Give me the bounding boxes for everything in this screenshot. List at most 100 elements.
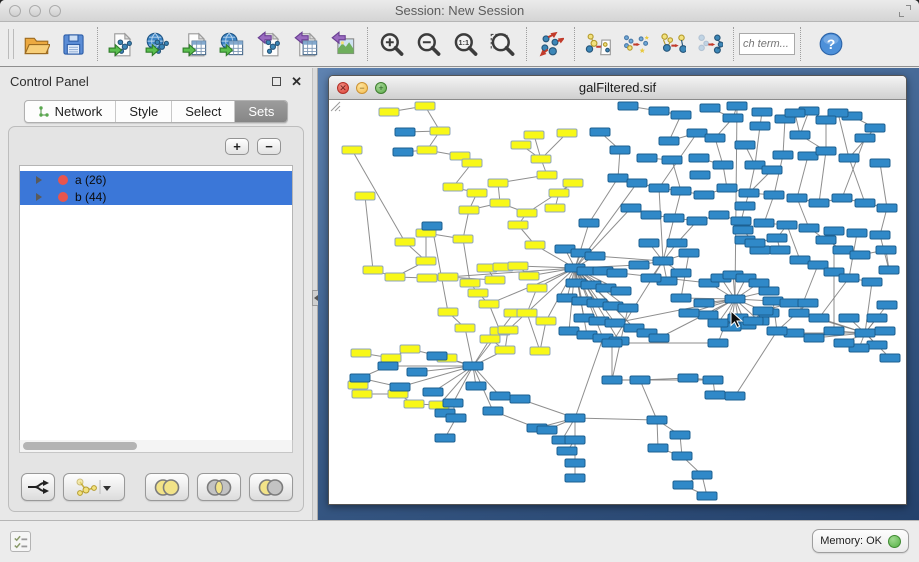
expander-icon[interactable] xyxy=(36,176,42,184)
export-network-button[interactable] xyxy=(251,26,288,62)
tab-select[interactable]: Select xyxy=(172,101,235,122)
set-color-icon xyxy=(58,175,68,185)
tab-label: Select xyxy=(185,104,221,119)
resize-grip-icon[interactable] xyxy=(329,100,341,112)
venn-union-icon xyxy=(153,478,181,497)
memory-status-button[interactable]: Memory: OK xyxy=(812,529,909,553)
venn-intersection-icon xyxy=(205,478,233,497)
network-window-titlebar[interactable]: ✕ − + galFiltered.sif xyxy=(329,76,906,100)
tab-sets[interactable]: Sets xyxy=(235,101,287,122)
window-title: Session: New Session xyxy=(0,3,919,18)
help-button[interactable]: ? xyxy=(816,29,846,59)
tab-label: Style xyxy=(129,104,158,119)
show-hidden-nodes-icon xyxy=(696,31,723,58)
select-neighbors-button[interactable] xyxy=(654,26,691,62)
zoom-fit-selected-icon xyxy=(489,31,516,58)
task-list-icon xyxy=(13,534,29,550)
zoom-in-icon xyxy=(378,31,405,58)
set-label: b (44) xyxy=(75,190,106,204)
clone-network-icon xyxy=(622,31,649,58)
zoom-actual-size-button[interactable]: 1:1 xyxy=(447,26,484,62)
tab-style[interactable]: Style xyxy=(116,101,172,122)
zoom-out-icon xyxy=(415,31,442,58)
svg-text:1:1: 1:1 xyxy=(459,38,470,47)
new-network-from-selection-button[interactable] xyxy=(580,26,617,62)
task-monitor-button[interactable] xyxy=(10,531,31,552)
venn-difference-icon xyxy=(257,478,285,497)
zoom-fit-selected-button[interactable] xyxy=(484,26,521,62)
window-titlebar[interactable]: Session: New Session xyxy=(0,0,919,22)
set-row[interactable]: b (44) xyxy=(20,188,292,205)
apply-layout-button[interactable] xyxy=(532,26,569,62)
save-session-icon xyxy=(60,31,87,58)
fullscreen-icon[interactable] xyxy=(898,4,912,18)
svg-text:?: ? xyxy=(827,36,836,52)
set-label: a (26) xyxy=(75,173,106,187)
import-table-file-icon xyxy=(182,31,209,58)
export-table-icon xyxy=(293,31,320,58)
network-desktop: ✕ − + galFiltered.sif xyxy=(318,68,919,520)
sets-list[interactable]: a (26) b (44) xyxy=(19,165,293,453)
network-canvas[interactable] xyxy=(329,100,906,504)
toolbar-buttons: 1:1 xyxy=(18,26,739,62)
union-sets-button[interactable] xyxy=(145,473,189,501)
clone-network-button[interactable] xyxy=(617,26,654,62)
tab-network[interactable]: Network xyxy=(25,101,117,122)
export-image-button[interactable] xyxy=(325,26,362,62)
tab-segmented-control: Network Style Select Sets xyxy=(24,100,289,123)
import-network-file-button[interactable] xyxy=(103,26,140,62)
tab-label: Sets xyxy=(248,104,274,119)
add-set-button[interactable]: + xyxy=(225,138,249,155)
close-panel-icon[interactable]: ✕ xyxy=(291,75,302,88)
main-area: Control Panel ✕ Network Style Select Sets +… xyxy=(0,68,919,520)
import-table-url-icon xyxy=(219,31,246,58)
network-graph-svg[interactable] xyxy=(329,100,906,504)
intersect-sets-button[interactable] xyxy=(197,473,241,501)
yellow-network-icon xyxy=(74,478,98,496)
create-set-from-network-button[interactable] xyxy=(63,473,125,501)
expander-icon[interactable] xyxy=(36,193,42,201)
control-panel: Control Panel ✕ Network Style Select Sets +… xyxy=(0,68,312,520)
sets-panel: + − a (26) b (44) xyxy=(8,126,304,512)
zoom-out-button[interactable] xyxy=(410,26,447,62)
network-tab-icon xyxy=(38,106,50,118)
set-color-icon xyxy=(58,192,68,202)
remove-set-button[interactable]: − xyxy=(257,138,281,155)
split-set-button[interactable] xyxy=(21,473,55,501)
select-neighbors-icon xyxy=(659,31,686,58)
save-session-button[interactable] xyxy=(55,26,92,62)
apply-layout-icon xyxy=(537,31,564,58)
sets-toolbar xyxy=(21,473,301,501)
export-table-button[interactable] xyxy=(288,26,325,62)
export-image-icon xyxy=(330,31,357,58)
import-table-url-button[interactable] xyxy=(214,26,251,62)
memory-ok-indicator xyxy=(888,535,901,548)
scrollbar-thumb[interactable] xyxy=(23,442,137,450)
dropdown-arrow-icon xyxy=(98,478,114,496)
zoom-in-button[interactable] xyxy=(373,26,410,62)
import-network-url-button[interactable] xyxy=(140,26,177,62)
control-panel-header: Control Panel ✕ xyxy=(0,68,312,94)
set-actions: + − xyxy=(225,138,281,155)
main-toolbar: 1:1 ? xyxy=(0,22,919,67)
open-session-button[interactable] xyxy=(18,26,55,62)
application-window: Session: New Session 1:1 ? Control Panel… xyxy=(0,0,919,562)
zoom-actual-size-icon: 1:1 xyxy=(452,31,479,58)
new-network-from-selection-icon xyxy=(585,31,612,58)
search-input[interactable] xyxy=(739,33,795,55)
float-panel-icon[interactable] xyxy=(272,77,281,86)
import-table-file-button[interactable] xyxy=(177,26,214,62)
show-hidden-nodes-button[interactable] xyxy=(691,26,728,62)
tab-label: Network xyxy=(55,104,103,119)
status-bar: Memory: OK xyxy=(0,520,919,562)
help-icon: ? xyxy=(818,31,844,57)
horizontal-scrollbar[interactable] xyxy=(19,440,293,453)
import-network-file-icon xyxy=(108,31,135,58)
control-panel-title: Control Panel xyxy=(10,74,272,89)
control-panel-tabs: Network Style Select Sets xyxy=(0,100,312,123)
export-network-icon xyxy=(256,31,283,58)
import-network-url-icon xyxy=(145,31,172,58)
set-row[interactable]: a (26) xyxy=(20,171,292,188)
memory-status-label: Memory: OK xyxy=(820,535,882,547)
difference-sets-button[interactable] xyxy=(249,473,293,501)
